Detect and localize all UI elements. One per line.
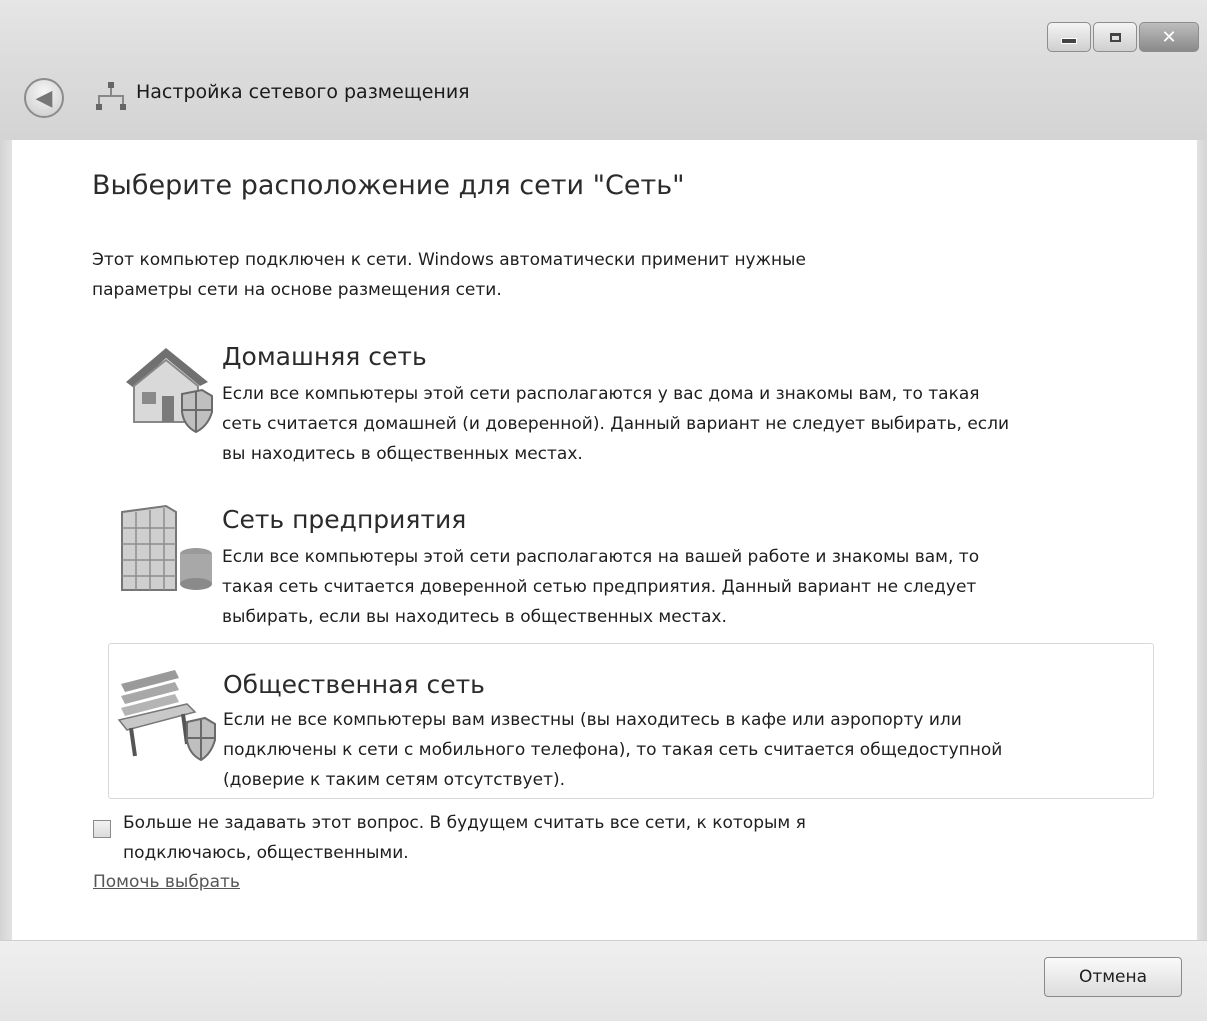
option-description-line: Если все компьютеры этой сети располагаю… xyxy=(222,384,980,404)
maximize-button[interactable] xyxy=(1093,22,1137,52)
work-network-icon xyxy=(121,504,212,591)
home-network-icon xyxy=(126,348,213,434)
maximize-icon xyxy=(1109,32,1121,42)
intro-line: параметры сети на основе размещения сети… xyxy=(92,280,502,300)
option-description: Если не все компьютеры вам известны (вы … xyxy=(223,705,1153,795)
option-title: Домашняя сеть xyxy=(222,342,427,371)
window-controls: ✕ xyxy=(1047,22,1199,52)
close-button[interactable]: ✕ xyxy=(1139,22,1199,52)
intro-text: Этот компьютер подключен к сети. Windows… xyxy=(92,245,1052,305)
network-icon xyxy=(96,82,126,110)
window-frame-left xyxy=(0,140,12,941)
option-description-line: вы находитесь в общественных местах. xyxy=(222,444,583,464)
option-description-line: такая сеть считается доверенной сетью пр… xyxy=(222,577,977,597)
footer-bar xyxy=(0,940,1207,1021)
window-frame-right xyxy=(1197,140,1207,941)
dont-ask-again-checkbox[interactable] xyxy=(93,820,111,838)
intro-line: Этот компьютер подключен к сети. Windows… xyxy=(92,250,806,270)
back-button[interactable]: ◀ xyxy=(24,78,64,118)
public-network-icon xyxy=(117,670,216,762)
option-description-line: Если не все компьютеры вам известны (вы … xyxy=(223,710,962,730)
option-description-line: (доверие к таким сетям отсутствует). xyxy=(223,770,566,790)
minimize-button[interactable] xyxy=(1047,22,1091,52)
option-description-line: сеть считается домашней (и доверенной). … xyxy=(222,414,1010,434)
option-home-network[interactable]: Домашняя сеть Если все компьютеры этой с… xyxy=(108,335,1154,475)
option-description: Если все компьютеры этой сети располагаю… xyxy=(222,542,1152,632)
network-location-window: ✕ ◀ Настройка сетевого размещения Выбери… xyxy=(0,0,1207,1021)
option-description: Если все компьютеры этой сети располагаю… xyxy=(222,379,1152,469)
checkbox-label-line: подключаюсь, общественными. xyxy=(123,843,409,863)
option-public-network[interactable]: Общественная сеть Если не все компьютеры… xyxy=(108,643,1154,799)
option-description-line: подключены к сети с мобильного телефона)… xyxy=(223,740,1003,760)
option-description-line: выбирать, если вы находитесь в обществен… xyxy=(222,607,727,627)
option-title: Сеть предприятия xyxy=(222,505,467,534)
back-arrow-icon: ◀ xyxy=(35,85,53,111)
page-heading: Выберите расположение для сети "Сеть" xyxy=(92,170,685,201)
option-title: Общественная сеть xyxy=(223,670,485,699)
window-title: Настройка сетевого размещения xyxy=(136,81,470,103)
option-description-line: Если все компьютеры этой сети располагаю… xyxy=(222,547,980,567)
minimize-icon xyxy=(1061,38,1077,44)
cancel-button[interactable]: Отмена xyxy=(1044,957,1182,997)
close-icon: ✕ xyxy=(1161,26,1177,48)
option-work-network[interactable]: Сеть предприятия Если все компьютеры это… xyxy=(108,500,1154,640)
help-choose-link[interactable]: Помочь выбрать xyxy=(93,872,240,892)
title-bar xyxy=(0,0,1207,140)
checkbox-label-line: Больше не задавать этот вопрос. В будуще… xyxy=(123,813,806,833)
dont-ask-again-label[interactable]: Больше не задавать этот вопрос. В будуще… xyxy=(123,808,983,868)
